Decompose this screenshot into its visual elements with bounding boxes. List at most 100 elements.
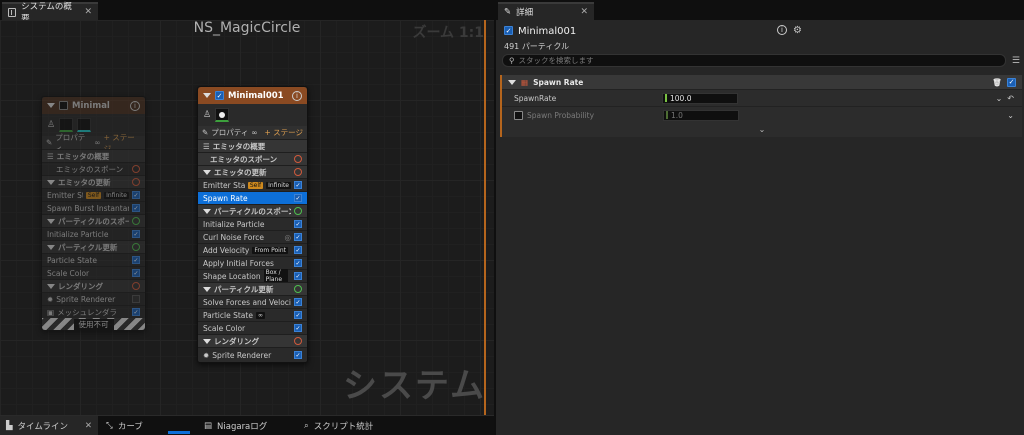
collapse-icon[interactable] — [203, 338, 211, 344]
enable-checkbox[interactable]: ✓ — [132, 191, 140, 199]
enable-checkbox[interactable]: ✓ — [132, 204, 140, 212]
tab-timeline[interactable]: ▙ タイムライン ✕ — [0, 416, 98, 435]
properties-row[interactable]: ✎ プロパティ ∞ + ステージ — [42, 133, 145, 153]
list-item[interactable]: Curl Noise Force ◎ ✓ — [198, 230, 307, 243]
section-render[interactable]: レンダリング — [42, 279, 145, 292]
node-header[interactable]: Minimal i — [42, 97, 145, 114]
list-item[interactable]: Emitter StateSelfInfinite✓ — [198, 178, 307, 191]
section-header[interactable]: ▦ Spawn Rate 🗑 ✓ — [502, 75, 1022, 89]
list-item[interactable]: Add Velocity From Point ✓ — [198, 243, 307, 256]
collapse-icon[interactable] — [203, 286, 211, 292]
list-item[interactable]: ✹ Sprite Renderer ✓ — [198, 347, 307, 362]
enable-checkbox[interactable] — [132, 295, 140, 303]
close-icon[interactable]: ✕ — [84, 7, 92, 17]
list-item[interactable]: エミッタのスポーン — [42, 162, 145, 175]
collapse-icon[interactable] — [203, 169, 211, 175]
list-item[interactable]: Initialize Particle ✓ — [198, 217, 307, 230]
add-icon[interactable] — [294, 155, 302, 163]
add-stage-button[interactable]: + ステージ — [264, 127, 303, 138]
list-item[interactable]: Apply Initial Forces ✓ — [198, 256, 307, 269]
enable-checkbox[interactable]: ✓ — [132, 230, 140, 238]
spawn-probability-input[interactable]: 1.0 — [663, 109, 739, 121]
chevron-down-icon[interactable]: ⌄ — [1007, 111, 1014, 120]
section-render[interactable]: レンダリング — [198, 334, 307, 347]
collapse-icon[interactable] — [47, 103, 55, 108]
enable-checkbox[interactable]: ✓ — [132, 269, 140, 277]
list-item[interactable]: Shape Location Box / Plane ✓ — [198, 269, 307, 283]
section-particle-update[interactable]: パーティクル更新 — [42, 240, 145, 253]
list-item[interactable]: ✹ Sprite Renderer — [42, 292, 145, 305]
add-icon[interactable] — [132, 243, 140, 251]
close-icon[interactable]: ✕ — [580, 7, 588, 17]
enable-checkbox[interactable]: ✓ — [294, 298, 302, 306]
tab-niagara-log[interactable]: ▤ Niagaraログ — [198, 416, 273, 435]
gear-icon[interactable]: ⚙ — [793, 25, 802, 36]
spawn-probability-checkbox[interactable] — [514, 110, 523, 120]
enable-checkbox[interactable]: ✓ — [132, 308, 140, 316]
close-icon[interactable]: ✕ — [85, 421, 92, 431]
list-item[interactable]: Emitter StateSelfInfinite✓ — [42, 188, 145, 201]
enable-checkbox[interactable]: ✓ — [294, 233, 302, 241]
section-summary[interactable]: ☰ エミッタの概要 — [42, 149, 145, 162]
add-icon[interactable] — [132, 178, 140, 186]
filter-icon[interactable]: ☰ — [1012, 56, 1020, 66]
add-icon[interactable] — [294, 168, 302, 176]
section-particle-spawn[interactable]: パーティクルのスポーン — [198, 204, 307, 217]
collapse-icon[interactable] — [47, 244, 55, 250]
list-item[interactable]: Spawn Burst Instantaneous✓ — [42, 201, 145, 214]
enable-checkbox[interactable] — [59, 101, 68, 110]
graph-canvas[interactable]: NS_MagicCircle ズーム 1:1 システム Minimal i ♙ … — [0, 20, 494, 415]
list-item[interactable]: ▣ メッシュレンダラ ✓ — [42, 305, 145, 318]
collapse-icon[interactable] — [47, 179, 55, 185]
enable-checkbox[interactable]: ✓ — [215, 91, 224, 100]
chevron-down-icon[interactable]: ⌄ — [759, 125, 766, 134]
reset-icon[interactable]: ↶ — [1007, 94, 1014, 103]
tab-details[interactable]: ✎ 詳細 ✕ — [498, 2, 594, 20]
list-item[interactable]: Particle State ✓ — [42, 253, 145, 266]
list-item[interactable]: Initialize Particle ✓ — [42, 227, 145, 240]
enable-checkbox[interactable]: ✓ — [294, 324, 302, 332]
tab-system-overview[interactable]: システムの概要 ✕ — [2, 2, 98, 24]
expand-advanced[interactable]: ⌄ — [502, 123, 1022, 135]
info-icon[interactable]: i — [777, 25, 788, 35]
collapse-icon[interactable] — [508, 79, 516, 85]
add-icon[interactable] — [132, 165, 140, 173]
enable-checkbox[interactable]: ✓ — [294, 311, 302, 319]
enable-checkbox[interactable]: ✓ — [294, 194, 302, 202]
list-item[interactable]: Solve Forces and Velocity ✓ — [198, 295, 307, 308]
enable-checkbox[interactable]: ✓ — [294, 272, 302, 280]
search-input[interactable]: ⚲ スタックを検索します — [502, 54, 1006, 67]
trash-icon[interactable]: 🗑 — [992, 78, 1002, 87]
section-enable-checkbox[interactable]: ✓ — [1007, 77, 1016, 87]
enable-checkbox[interactable]: ✓ — [294, 181, 302, 189]
add-icon[interactable] — [132, 282, 140, 290]
collapse-icon[interactable] — [47, 283, 55, 289]
add-icon[interactable] — [294, 285, 302, 293]
section-particle-spawn[interactable]: パーティクルのスポーン — [42, 214, 145, 227]
add-icon[interactable] — [294, 337, 302, 345]
enable-checkbox[interactable]: ✓ — [294, 246, 302, 254]
info-icon[interactable]: i — [292, 90, 302, 101]
section-update[interactable]: エミッタの更新 — [42, 175, 145, 188]
section-summary[interactable]: ☰ エミッタの概要 — [198, 139, 307, 152]
section-update[interactable]: エミッタの更新 — [198, 165, 307, 178]
list-item-spawn-rate[interactable]: Spawn Rate ✓ — [198, 191, 307, 204]
eye-icon[interactable]: ◎ — [284, 233, 291, 242]
emitter-node-minimal[interactable]: Minimal i ♙ ✎ プロパティ ∞ + ステージ ☰ エミッタの概要 エミ… — [41, 96, 146, 331]
collapse-icon[interactable] — [203, 93, 211, 98]
spawn-rate-input[interactable]: 100.0 — [662, 92, 738, 104]
tab-script-stats[interactable]: ⌕ スクリプト統計 — [298, 416, 379, 435]
chevron-down-icon[interactable]: ⌄ — [996, 94, 1003, 103]
enable-checkbox[interactable]: ✓ — [294, 259, 302, 267]
enable-checkbox[interactable]: ✓ — [294, 351, 302, 359]
add-icon[interactable] — [132, 217, 140, 225]
enable-checkbox[interactable]: ✓ — [294, 220, 302, 228]
add-icon[interactable] — [294, 207, 302, 215]
tab-curve[interactable]: ⤡ カーブ — [100, 416, 149, 435]
section-particle-update[interactable]: パーティクル更新 — [198, 282, 307, 295]
properties-row[interactable]: ✎ プロパティ ∞ + ステージ — [198, 126, 307, 139]
list-item[interactable]: Particle State ∞ ✓ — [198, 308, 307, 321]
emitter-enable-checkbox[interactable]: ✓ — [504, 26, 513, 35]
section-emitter-spawn[interactable]: エミッタのスポーン — [198, 152, 307, 165]
list-item[interactable]: Scale Color ✓ — [198, 321, 307, 334]
